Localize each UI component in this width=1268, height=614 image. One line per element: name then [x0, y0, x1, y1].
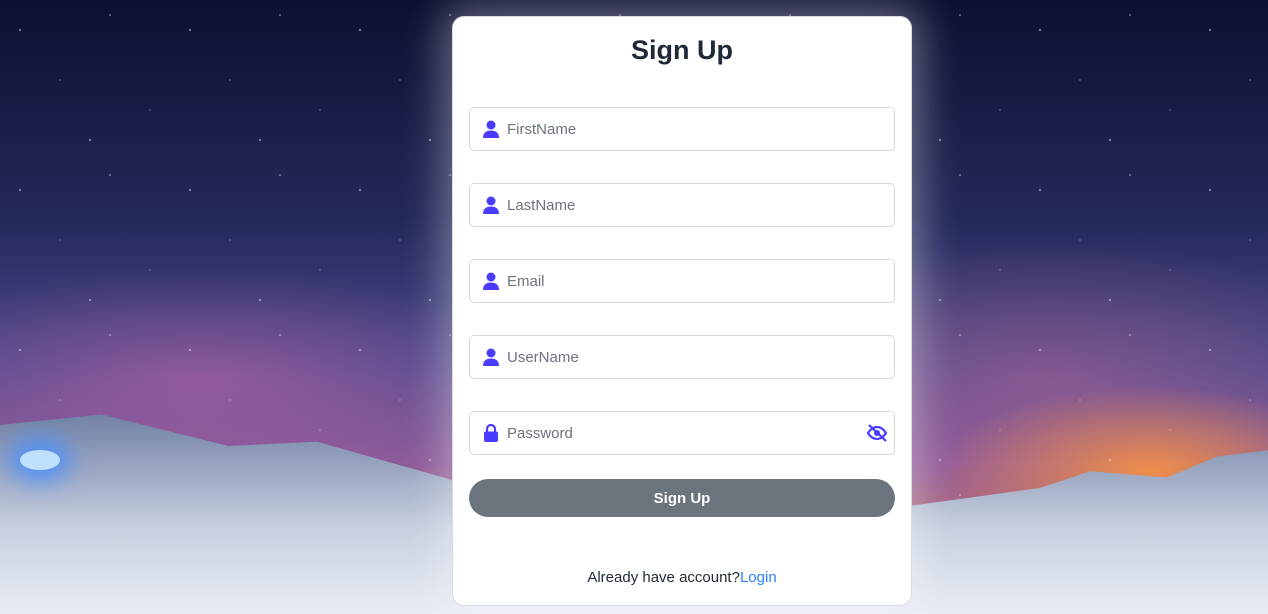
page-title: Sign Up — [631, 35, 733, 65]
password-field[interactable] — [469, 411, 895, 455]
signup-card: Sign Up Sign Up Already have account?Log… — [452, 16, 912, 606]
username-input[interactable] — [507, 348, 894, 366]
login-prompt: Already have account?Login — [453, 569, 911, 586]
login-link[interactable]: Login — [740, 569, 777, 586]
signup-button[interactable]: Sign Up — [469, 479, 895, 517]
password-input[interactable] — [507, 424, 866, 442]
background-light — [20, 450, 60, 470]
login-prompt-text: Already have account? — [587, 569, 740, 586]
username-field[interactable] — [469, 335, 895, 379]
firstname-field[interactable] — [469, 107, 895, 151]
lastname-input[interactable] — [507, 196, 894, 214]
lastname-field[interactable] — [469, 183, 895, 227]
email-input[interactable] — [507, 272, 894, 290]
lock-icon — [483, 424, 499, 442]
user-icon — [483, 120, 499, 138]
email-field[interactable] — [469, 259, 895, 303]
user-icon — [483, 196, 499, 214]
user-icon — [483, 272, 499, 290]
eye-slash-icon[interactable] — [866, 424, 888, 442]
firstname-input[interactable] — [507, 120, 894, 138]
user-icon — [483, 348, 499, 366]
